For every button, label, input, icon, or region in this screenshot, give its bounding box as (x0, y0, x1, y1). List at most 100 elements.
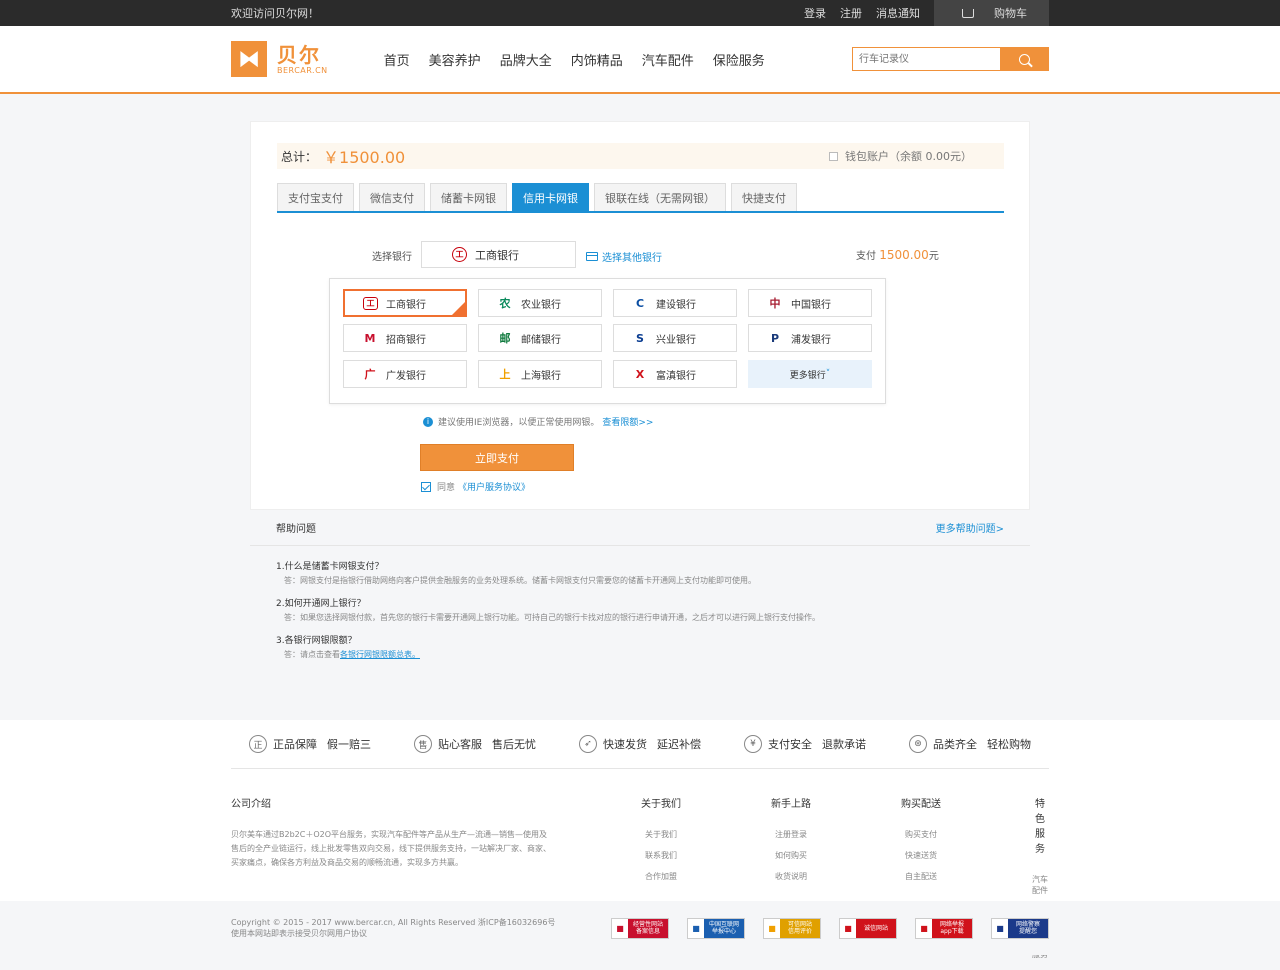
search-button[interactable] (1000, 47, 1049, 71)
bank-option[interactable]: 上上海银行 (478, 360, 602, 388)
payment-card: 总计： ￥1500.00 钱包账户（余额 0.00元） 支付宝支付 微信支付 储蓄卡… (250, 121, 1030, 510)
footer-link[interactable]: 注册登录 (771, 829, 811, 840)
payment-tab-0[interactable]: 支付宝支付 (277, 183, 354, 211)
top-bar: 欢迎访问贝尔网！ 登录 注册 消息通知 购物车 (0, 0, 1280, 26)
pay-now-button[interactable]: 立即支付 (420, 444, 574, 471)
bank-name: 上海银行 (521, 370, 561, 382)
payment-tab-5[interactable]: 快捷支付 (731, 183, 797, 211)
pay-amount: 1500.00 (879, 248, 929, 262)
cart-button[interactable]: 购物车 (934, 0, 1049, 26)
agree-checkbox[interactable] (421, 481, 431, 492)
bank-limit-table-link[interactable]: 各银行网银限额总表。 (340, 650, 420, 659)
bank-name: 招商银行 (386, 334, 426, 346)
wallet-checkbox[interactable] (829, 151, 838, 161)
payment-tab-2[interactable]: 储蓄卡网银 (430, 183, 507, 211)
footer-link[interactable]: 关于我们 (641, 829, 681, 840)
company-intro-title: 公司介绍 (231, 799, 271, 810)
total-amount: ￥1500.00 (323, 148, 406, 167)
choose-other-bank-link[interactable]: 选择其他银行 (586, 249, 662, 264)
browser-tip: i 建议使用IE浏览器，以便正常使用网银。 查看限额>> (423, 415, 653, 428)
more-banks-button[interactable]: 更多银行 ˅ (748, 360, 872, 388)
guarantee-subtitle: 延迟补偿 (657, 738, 701, 751)
bank-panel: 工工商银行农农业银行 C 建设银行中中国银行 M 招商银行邮邮储银行 S 兴业银行 P 浦发银行… (329, 278, 886, 404)
messages-link[interactable]: 消息通知 (876, 5, 920, 21)
bank-name: 广发银行 (386, 370, 426, 382)
bank-name: 建设银行 (656, 299, 696, 311)
footer-link[interactable]: 联系我们 (641, 850, 681, 861)
bank-option[interactable]: S 兴业银行 (613, 324, 737, 352)
trust-badge[interactable]: ■ 网络警察 提醒您 (991, 917, 1049, 939)
bank-option[interactable]: C 建设银行 (613, 289, 737, 317)
selected-bank-box[interactable]: 工 工商银行 (421, 241, 576, 268)
copyright-line-1: Copyright © 2015 - 2017 www.bercar.cn, A… (231, 918, 556, 927)
guarantee-subtitle: 退款承诺 (822, 738, 866, 751)
register-link[interactable]: 注册 (840, 5, 862, 21)
nav-item-3[interactable]: 内饰精品 (571, 50, 623, 69)
guarantee-title: 支付安全 (768, 738, 812, 751)
trust-badge[interactable]: ■ 可信网站 信用评价 (763, 917, 821, 939)
wallet-label: 钱包账户（余额 0.00元） (845, 150, 972, 163)
bank-option[interactable]: 农农业银行 (478, 289, 602, 317)
select-bank-label: 选择银行 (372, 252, 412, 263)
icbc-icon: 工 (363, 296, 378, 310)
bank-option[interactable]: M 招商银行 (343, 324, 467, 352)
nav-item-4[interactable]: 汽车配件 (642, 50, 694, 69)
nav-item-5[interactable]: 保险服务 (713, 50, 765, 69)
badge-text: 网络举报 app下载 (932, 918, 972, 938)
payment-tab-4[interactable]: 银联在线（无需网银） (594, 183, 726, 211)
guarantee-icon: ➶ (579, 735, 597, 753)
badge-icon: ■ (992, 918, 1008, 938)
service-agreement-link[interactable]: 《用户服务协议》 (458, 480, 530, 493)
trust-badge[interactable]: ■ 中国互联网 举报中心 (687, 917, 745, 939)
footer-link[interactable]: 收货说明 (771, 871, 811, 882)
badge-text: 网络警察 提醒您 (1008, 918, 1048, 938)
footer-link[interactable]: 汽车配件 (1031, 874, 1049, 896)
bank-card-icon (586, 252, 598, 261)
wallet-option[interactable]: 钱包账户（余额 0.00元） (829, 148, 972, 164)
search-icon (1019, 53, 1030, 65)
limit-link[interactable]: 查看限额>> (602, 415, 653, 428)
bank-option[interactable]: 邮邮储银行 (478, 324, 602, 352)
login-link[interactable]: 登录 (804, 5, 826, 21)
bank-option[interactable]: 工工商银行 (343, 289, 467, 317)
search-input[interactable] (852, 47, 1000, 71)
bank-option[interactable]: 广广发银行 (343, 360, 467, 388)
nav-item-0[interactable]: 首页 (384, 50, 410, 69)
select-bank-row: 选择银行 工 工商银行 选择其他银行 支付 1500.00元 (251, 241, 1031, 269)
logo-name: 贝尔 (277, 42, 321, 67)
bank-option[interactable]: X 富滇银行 (613, 360, 737, 388)
logo[interactable]: ⧓ 贝尔 BERCAR.CN (231, 41, 328, 77)
guarantee-item: ¥ 支付安全 退款承诺 (744, 735, 866, 753)
faq-answer-text: 答：请点击查看 (284, 650, 340, 659)
trust-badge[interactable]: ■ 经营性网站 备案信息 (611, 917, 669, 939)
footer-link[interactable]: 如何购买 (771, 850, 811, 861)
company-intro: 公司介绍 贝尔美车通过B2b2C＋O2O平台服务，实现汽车配件等产品从生产—流通… (231, 795, 551, 870)
trust-badge[interactable]: ■ 网络举报 app下载 (915, 917, 973, 939)
nav-item-2[interactable]: 品牌大全 (500, 50, 552, 69)
bank-name: 浦发银行 (791, 334, 831, 346)
badge-text: 中国互联网 举报中心 (704, 918, 744, 938)
footer-link[interactable]: 合作加盟 (641, 871, 681, 882)
guarantee-subtitle: 假一赔三 (327, 738, 371, 751)
trust-badge[interactable]: ■ 诚信网站 (839, 917, 897, 939)
footer-link[interactable]: 快速送货 (901, 850, 941, 861)
payment-tabs: 支付宝支付 微信支付 储蓄卡网银 信用卡网银 银联在线（无需网银） 快捷支付 (277, 183, 1004, 213)
copyright-text: Copyright © 2015 - 2017 www.bercar.cn, A… (231, 917, 555, 939)
cgb-icon: 广 (364, 368, 376, 381)
footer-link[interactable]: 自主配送 (901, 871, 941, 882)
more-help-link[interactable]: 更多帮助问题> (936, 520, 1004, 535)
icbc-icon: 工 (452, 247, 467, 262)
cart-icon (962, 8, 974, 18)
pay-amount-summary: 支付 1500.00元 (856, 247, 939, 262)
payment-tab-3[interactable]: 信用卡网银 (512, 183, 589, 211)
bank-option[interactable]: 中中国银行 (748, 289, 872, 317)
badge-icon: ■ (612, 918, 628, 938)
trust-badges: ■ 经营性网站 备案信息 ■ 中国互联网 举报中心 ■ 可信网站 信用评价 ■ 诚信网站 ■ 网络… (593, 917, 1049, 939)
badge-icon: ■ (840, 918, 856, 938)
payment-tab-1[interactable]: 微信支付 (359, 183, 425, 211)
bank-option[interactable]: P 浦发银行 (748, 324, 872, 352)
footer-link[interactable]: 购买支付 (901, 829, 941, 840)
guarantee-icon: ¥ (744, 735, 762, 753)
nav-item-1[interactable]: 美容养护 (429, 50, 481, 69)
footer-column-title: 购买配送 (901, 799, 941, 810)
